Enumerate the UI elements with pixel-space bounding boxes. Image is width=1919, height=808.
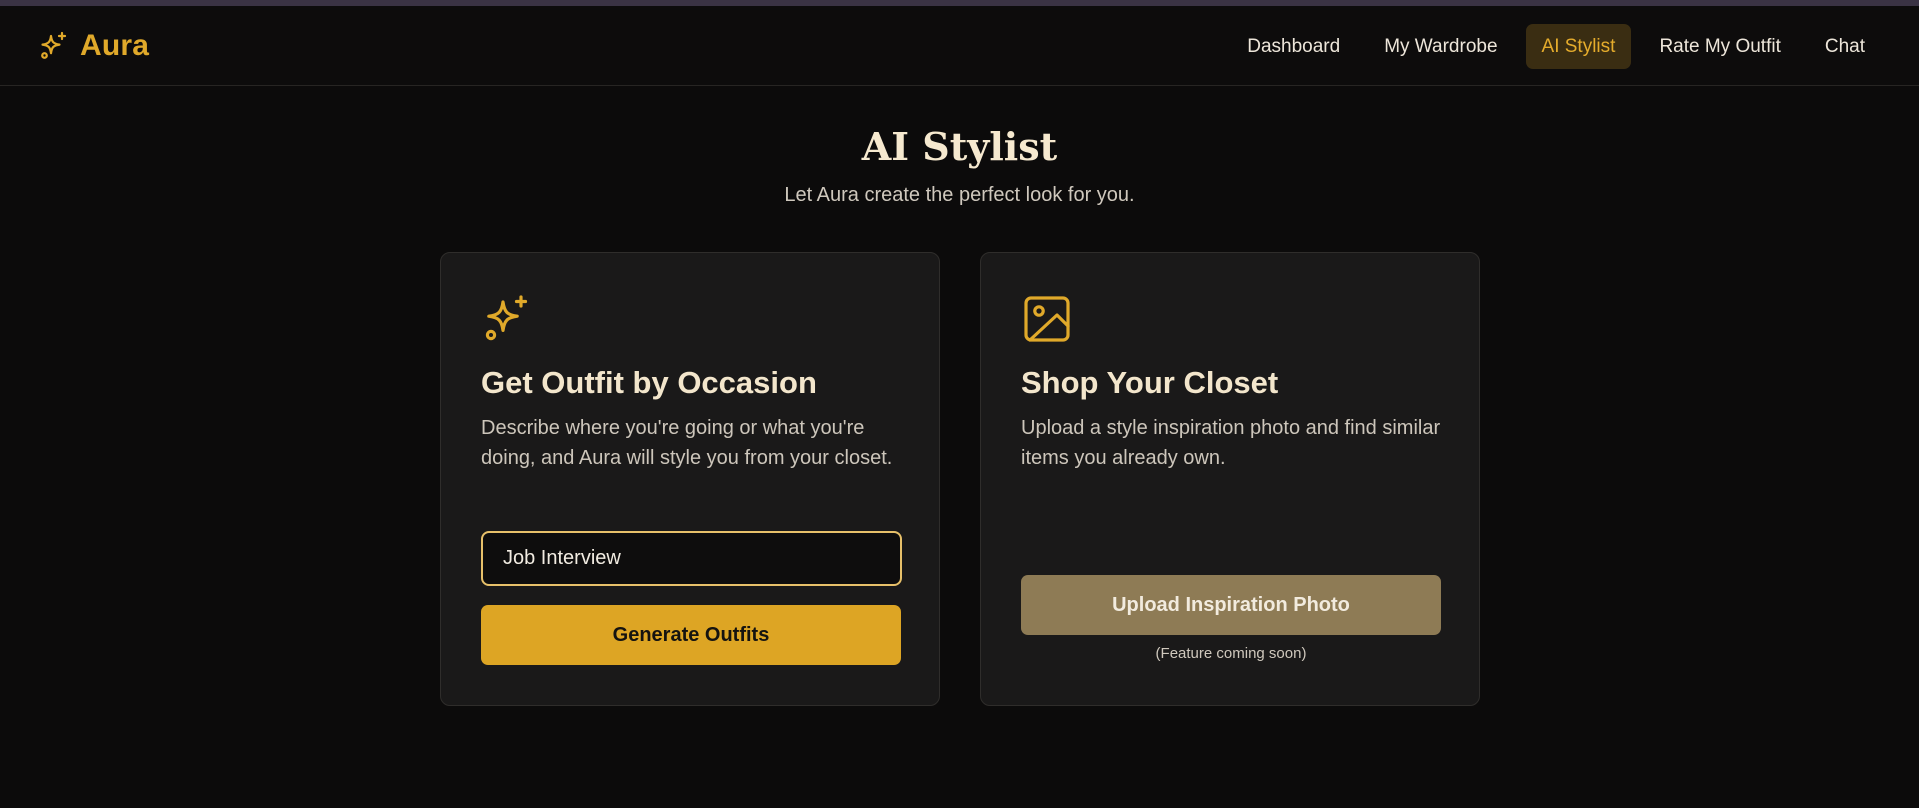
sparkles-icon — [38, 30, 70, 62]
feature-coming-soon-note: (Feature coming soon) — [1155, 645, 1307, 662]
brand-logo[interactable]: Aura — [38, 26, 149, 66]
occasion-card-title: Get Outfit by Occasion — [481, 365, 817, 400]
nav-item-dashboard[interactable]: Dashboard — [1231, 24, 1356, 69]
upload-inspiration-photo-button[interactable]: Upload Inspiration Photo — [1021, 575, 1441, 635]
occasion-input[interactable] — [481, 531, 902, 586]
sparkles-icon — [481, 293, 533, 345]
closet-card-description: Upload a style inspiration photo and fin… — [1021, 417, 1441, 469]
closet-card: Shop Your Closet Upload a style inspirat… — [980, 252, 1480, 706]
top-navbar: Aura Dashboard My Wardrobe AI Stylist Ra… — [0, 6, 1919, 86]
occasion-card-description: Describe where you're going or what you'… — [481, 417, 893, 469]
image-icon — [1021, 293, 1073, 345]
closet-card-title: Shop Your Closet — [1021, 365, 1279, 400]
page-title: AI Stylist — [861, 124, 1058, 169]
nav-item-my-wardrobe[interactable]: My Wardrobe — [1368, 24, 1513, 69]
main-nav: Dashboard My Wardrobe AI Stylist Rate My… — [1231, 24, 1881, 69]
nav-item-rate-my-outfit[interactable]: Rate My Outfit — [1643, 24, 1796, 69]
generate-outfits-button[interactable]: Generate Outfits — [481, 605, 901, 665]
nav-item-chat[interactable]: Chat — [1809, 24, 1881, 69]
page-subtitle: Let Aura create the perfect look for you… — [784, 184, 1135, 206]
occasion-card: Get Outfit by Occasion Describe where yo… — [440, 252, 940, 706]
brand-name: Aura — [80, 29, 150, 62]
nav-item-ai-stylist[interactable]: AI Stylist — [1525, 24, 1632, 69]
